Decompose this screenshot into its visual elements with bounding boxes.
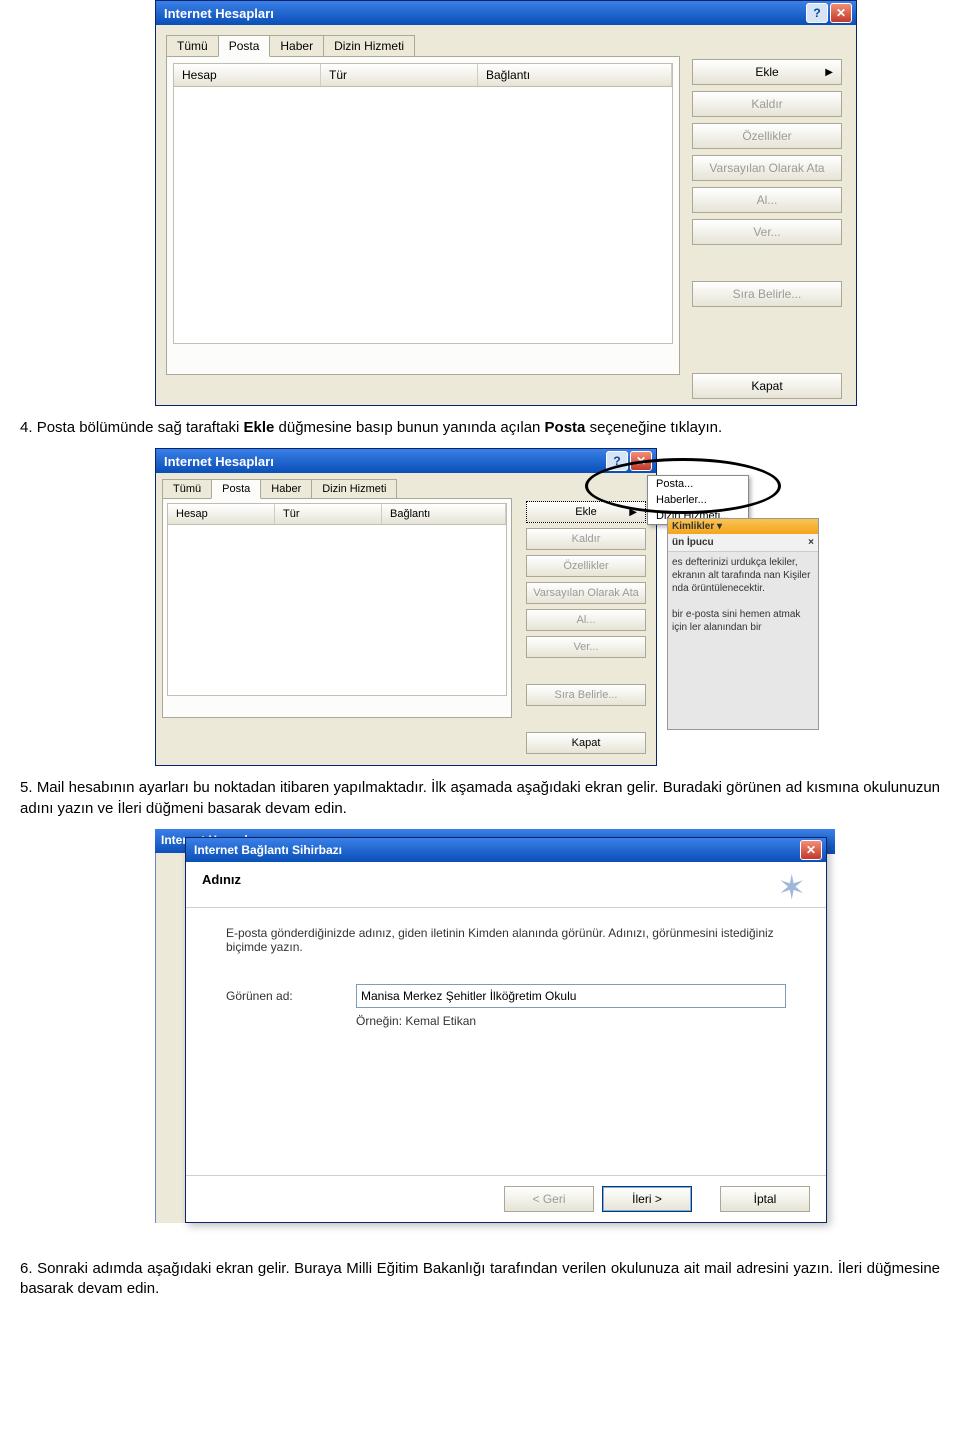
ozellikler-button[interactable]: Özellikler (526, 555, 646, 577)
window-title: Internet Bağlantı Sihirbazı (190, 843, 798, 857)
display-name-label: Görünen ad: (226, 989, 356, 1003)
close-icon[interactable]: ✕ (800, 840, 822, 860)
wizard-content: E-posta gönderdiğinizde adınız, giden il… (186, 908, 826, 1046)
tab-tumu[interactable]: Tümü (166, 35, 219, 57)
ver-button[interactable]: Ver... (526, 636, 646, 658)
titlebar[interactable]: Internet Hesapları ? ✕ (156, 449, 656, 473)
tab-dizin[interactable]: Dizin Hizmeti (323, 35, 415, 57)
col-hesap[interactable]: Hesap (168, 504, 275, 524)
tip-body: es defterinizi urdukça lekiler, ekranın … (668, 552, 818, 638)
tab-tumu[interactable]: Tümü (162, 479, 212, 499)
tip-title-row: ün İpucu × (668, 534, 818, 552)
list-header: Hesap Tür Bağlantı (173, 63, 673, 87)
connection-wizard-dialog: Internet Bağlantı Sihirbazı ✕ Adınız ✶ E… (185, 837, 827, 1223)
kaldir-button[interactable]: Kaldır (526, 528, 646, 550)
tab-haber[interactable]: Haber (269, 35, 324, 57)
tabs-bar: Tümü Posta Haber Dizin Hizmeti (166, 35, 846, 57)
internet-accounts-dialog-2: Internet Hesapları ? ✕ Tümü Posta Haber … (155, 448, 657, 766)
wizard-header: Adınız ✶ (186, 862, 826, 908)
instruction-6: 6. Sonraki adımda aşağıdaki ekran gelir.… (20, 1259, 940, 1300)
side-panel-header[interactable]: Kimlikler ▾ (668, 519, 818, 534)
num: 4. (20, 419, 33, 436)
ekle-label: Ekle (575, 506, 596, 518)
close-icon[interactable]: ✕ (830, 3, 852, 23)
varsayilan-button[interactable]: Varsayılan Olarak Ata (526, 582, 646, 604)
col-hesap[interactable]: Hesap (174, 64, 321, 86)
right-button-column: Ekle ▶ Kaldır Özellikler Varsayılan Olar… (692, 59, 842, 399)
ekle-button[interactable]: Ekle ▶ (692, 59, 842, 85)
tab-posta[interactable]: Posta (211, 479, 261, 499)
titlebar[interactable]: Internet Bağlantı Sihirbazı ✕ (186, 838, 826, 862)
tip-title: ün İpucu (672, 537, 714, 548)
list-body[interactable] (173, 87, 673, 344)
list-body[interactable] (167, 525, 507, 696)
kapat-button[interactable]: Kapat (526, 732, 646, 754)
kaldir-button[interactable]: Kaldır (692, 91, 842, 117)
num: 6. (20, 1260, 33, 1277)
help-icon[interactable]: ? (806, 3, 828, 23)
next-button[interactable]: İleri > (602, 1186, 692, 1212)
col-baglanti[interactable]: Bağlantı (382, 504, 506, 524)
tips-side-panel: Kimlikler ▾ ün İpucu × es defterinizi ur… (667, 518, 819, 730)
close-icon[interactable]: ✕ (630, 451, 652, 471)
sparkle-icon: ✶ (778, 868, 807, 908)
tab-panel: Hesap Tür Bağlantı (166, 56, 680, 375)
wizard-heading: Adınız (202, 872, 810, 887)
example-text: Örneğin: Kemal Etikan (356, 1014, 476, 1028)
cancel-button[interactable]: İptal (720, 1186, 810, 1212)
wizard-description: E-posta gönderdiğinizde adınız, giden il… (226, 926, 786, 954)
instruction-4: 4. Posta bölümünde sağ taraftaki Ekle dü… (20, 418, 940, 438)
wizard-button-bar: < Geri İleri > İptal (186, 1175, 826, 1222)
ozellikler-button[interactable]: Özellikler (692, 123, 842, 149)
tabs-bar: Tümü Posta Haber Dizin Hizmeti (162, 479, 650, 499)
chevron-right-icon: ▶ (629, 507, 637, 518)
tab-dizin[interactable]: Dizin Hizmeti (311, 479, 397, 499)
menu-item-posta[interactable]: Posta... (648, 476, 748, 492)
window-title: Internet Hesapları (160, 454, 604, 469)
chevron-right-icon: ▶ (825, 67, 833, 78)
close-icon[interactable]: × (808, 537, 814, 548)
titlebar[interactable]: Internet Hesapları ? ✕ (156, 1, 856, 25)
display-name-input[interactable] (356, 984, 786, 1008)
al-button[interactable]: Al... (526, 609, 646, 631)
right-button-column: Ekle ▶ Kaldır Özellikler Varsayılan Olar… (526, 501, 646, 754)
back-button[interactable]: < Geri (504, 1186, 594, 1212)
window-title: Internet Hesapları (160, 6, 804, 21)
varsayilan-button[interactable]: Varsayılan Olarak Ata (692, 155, 842, 181)
col-baglanti[interactable]: Bağlantı (478, 64, 672, 86)
tab-posta[interactable]: Posta (218, 35, 271, 57)
num: 5. (20, 779, 33, 796)
col-tur[interactable]: Tür (321, 64, 478, 86)
kapat-button[interactable]: Kapat (692, 373, 842, 399)
ver-button[interactable]: Ver... (692, 219, 842, 245)
internet-accounts-dialog: Internet Hesapları ? ✕ Tümü Posta Haber … (155, 0, 857, 406)
al-button[interactable]: Al... (692, 187, 842, 213)
list-header: Hesap Tür Bağlantı (167, 503, 507, 525)
help-icon[interactable]: ? (606, 451, 628, 471)
col-tur[interactable]: Tür (275, 504, 382, 524)
sira-button[interactable]: Sıra Belirle... (526, 684, 646, 706)
menu-item-haberler[interactable]: Haberler... (648, 492, 748, 508)
instruction-5: 5. Mail hesabının ayarları bu noktadan i… (20, 778, 940, 819)
ekle-button[interactable]: Ekle ▶ (526, 501, 646, 523)
tab-haber[interactable]: Haber (260, 479, 312, 499)
sira-button[interactable]: Sıra Belirle... (692, 281, 842, 307)
ekle-label: Ekle (755, 65, 778, 79)
tab-panel: Hesap Tür Bağlantı (162, 498, 512, 718)
